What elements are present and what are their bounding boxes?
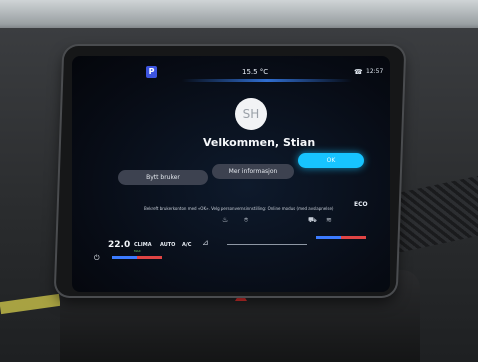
clima-button[interactable]: CLIMA (134, 242, 152, 248)
steering-heat-icon[interactable]: ⌾ (244, 216, 248, 225)
auto-button[interactable]: AUTO (160, 242, 175, 248)
phone-signal-icon[interactable]: ☎ (354, 68, 363, 76)
avatar: SH (235, 98, 267, 130)
clima-sub-label: MAX (134, 249, 141, 253)
switch-user-button[interactable]: Bytt bruker (118, 170, 208, 185)
ok-button[interactable]: OK (298, 153, 364, 168)
power-icon[interactable]: ⏻ (94, 254, 100, 263)
seat-icon[interactable]: ⊿ (202, 238, 209, 247)
car-icon[interactable]: ⛟ (308, 216, 317, 225)
climate-bar: 22.0 CLIMA MAX AUTO A/C ⊿ ⏻ (72, 234, 390, 270)
outside-temperature: 15.5 °C (242, 68, 269, 76)
temperature-indicator-right (316, 236, 366, 239)
fan-slider[interactable] (227, 244, 307, 245)
seat-heat-icon[interactable]: ♨ (222, 216, 228, 224)
privacy-info-text: Bekreft brukerkonton med «OK». Velg pers… (144, 206, 334, 211)
status-glow (182, 79, 352, 82)
temperature-indicator-left (112, 256, 162, 259)
climate-temperature[interactable]: 22.0 (108, 240, 130, 250)
quick-controls: ♨ ⌾ ⛟ ≋ (72, 214, 390, 234)
more-info-button[interactable]: Mer informasjon (212, 164, 294, 179)
infotainment-screen: P 15.5 °C ☎ 12:57 SH Velkommen, Stian By… (72, 56, 390, 292)
clock: 12:57 (366, 68, 384, 75)
drive-mode-eco[interactable]: ECO (354, 201, 368, 208)
defrost-icon[interactable]: ≋ (326, 216, 332, 224)
ac-button[interactable]: A/C (182, 242, 191, 248)
parking-badge[interactable]: P (146, 66, 157, 78)
welcome-title: Velkommen, Stian (203, 136, 316, 149)
